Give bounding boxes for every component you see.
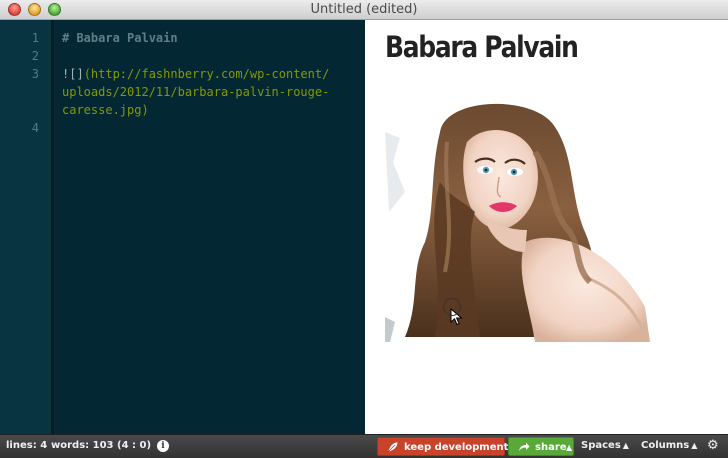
line-number: 2 [31,49,39,63]
line-number: 4 [31,121,39,135]
window-title: Untitled (edited) [310,2,418,17]
line-count: lines: 4 [6,440,48,451]
share-arrow-icon [519,442,530,451]
code-line-image-end: caresse.jpg) [62,101,157,119]
spaces-label: Spaces [581,440,621,451]
columns-caret-icon: ▲ [691,441,698,450]
code-line-image: ![](http://fashnberry.com/wp-content/ [62,65,329,83]
spaces-menu[interactable]: Spaces ▲ [581,440,629,451]
line-number: 3 [31,67,39,81]
image-url-part: uploads/2012/11/barbara-palvin-rouge- [62,85,330,99]
columns-label: Columns [641,440,690,451]
share-label: share [535,442,567,453]
line-number: 1 [31,31,39,45]
preview-pane: Babara Palvain [365,20,728,434]
word-count: words: 103 [51,440,114,451]
markdown-editor[interactable]: 1 2 3 4 # Babara Palvain ![](http://fash… [0,20,365,434]
status-bar: lines: 4 words: 103 (4 : 0) i keep devel… [0,434,728,458]
spaces-caret-icon: ▲ [622,441,629,450]
portrait-image [385,103,650,342]
line-number-gutter: 1 2 3 4 [0,20,54,434]
gear-icon[interactable]: ⚙ [707,438,719,453]
columns-menu[interactable]: Columns ▲ [641,440,697,451]
code-line-heading: # Babara Palvain [62,31,178,45]
image-url-part: caresse.jpg) [62,103,149,117]
spellcheck-squiggle [149,114,157,118]
info-icon[interactable]: i [157,440,169,452]
preview-heading: Babara Palvain [385,30,579,64]
keep-development-button[interactable]: keep development [377,437,509,456]
share-caret-icon: ▲ [566,443,573,452]
title-bar: Untitled (edited) [0,0,728,20]
click-indicator-ring [443,298,461,316]
cursor-position: (4 : 0) [117,440,152,451]
keep-development-label: keep development [404,442,509,453]
code-area[interactable]: # Babara Palvain ![](http://fashnberry.c… [62,20,362,128]
leaf-icon [387,441,399,453]
share-button[interactable]: share ▲ [508,437,574,456]
image-syntax: ![] [62,67,84,81]
image-url-part: (http://fashnberry.com/wp-content/ [83,67,330,81]
